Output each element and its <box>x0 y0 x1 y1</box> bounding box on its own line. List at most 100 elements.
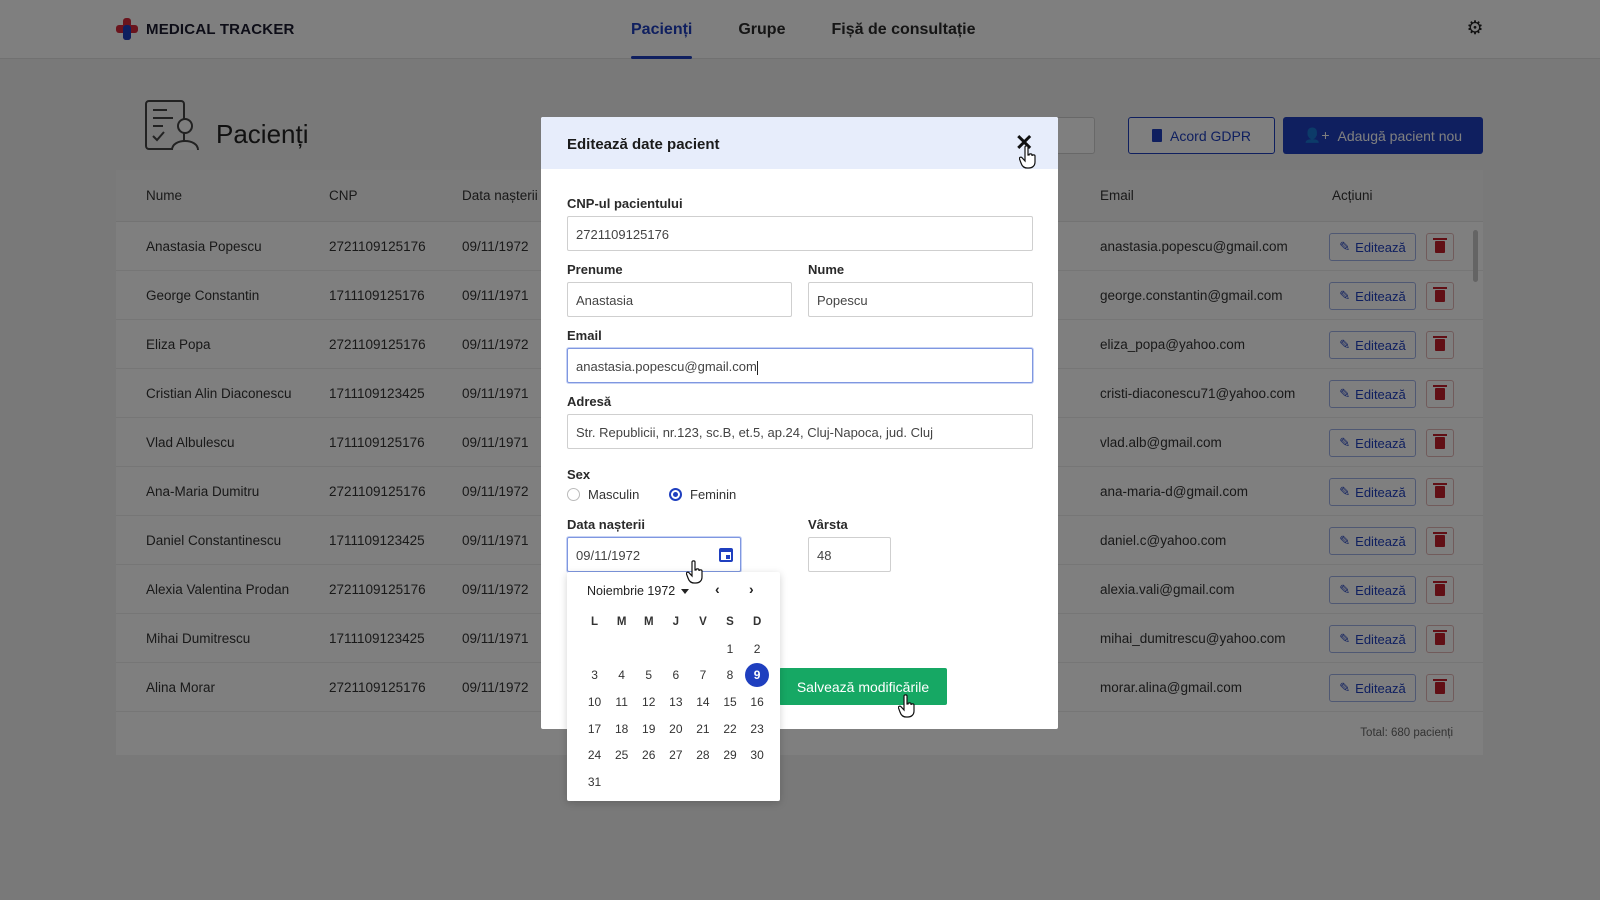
calendar-day-number: 22 <box>723 721 737 736</box>
radio-dot <box>567 488 580 501</box>
age-input[interactable]: 48 <box>808 537 891 572</box>
cnp-label: CNP-ul pacientului <box>567 196 683 211</box>
calendar-day[interactable]: 7 <box>689 668 716 682</box>
calendar-day[interactable]: 22 <box>716 722 743 736</box>
calendar-day[interactable]: 15 <box>716 695 743 709</box>
calendar-day[interactable]: 25 <box>608 748 635 762</box>
calendar-week-row: 3 4 5 6 7 89 <box>581 662 771 689</box>
calendar-day-number: 4 <box>618 668 625 683</box>
calendar-day-number: 14 <box>696 695 710 710</box>
email-input[interactable]: anastasia.popescu@gmail.com <box>567 348 1033 383</box>
calendar-day[interactable]: 31 <box>581 775 608 789</box>
calendar-day[interactable]: 16 <box>744 695 771 709</box>
calendar-week-row: 10 11 12 13 14 15 16 <box>581 689 771 716</box>
weekday-label: S <box>726 616 734 629</box>
calendar-day-number: 20 <box>669 721 683 736</box>
calendar-week-row: 12 <box>581 636 771 663</box>
address-input[interactable]: Str. Republicii, nr.123, sc.B, et.5, ap.… <box>567 414 1033 449</box>
cnp-input[interactable]: 2721109125176 <box>567 216 1033 251</box>
month-year-label: Noiembrie 1972 <box>587 584 676 598</box>
calendar-day-number: 23 <box>750 721 764 736</box>
address-label: Adresă <box>567 394 612 409</box>
prev-month-button[interactable]: ‹ <box>715 581 720 597</box>
calendar-day-number: 30 <box>750 748 764 763</box>
calendar-day-number: 11 <box>615 695 628 710</box>
calendar-day-number: 24 <box>587 748 602 763</box>
calendar-week-row: 31 <box>581 769 771 796</box>
calendar-day[interactable]: 4 <box>608 668 635 682</box>
calendar-day[interactable]: 12 <box>635 695 662 709</box>
calendar-day-selected[interactable]: 9 <box>744 663 771 688</box>
last-name-label: Nume <box>808 262 845 277</box>
calendar-day-number: 12 <box>642 695 656 710</box>
calendar-day-number: 25 <box>614 748 629 763</box>
calendar-day[interactable]: 3 <box>581 668 608 682</box>
email-label: Email <box>567 328 602 343</box>
calendar-day-number: 13 <box>669 695 683 710</box>
calendar-day[interactable]: 21 <box>689 722 716 736</box>
calendar-day[interactable]: 17 <box>581 722 608 736</box>
calendar-day[interactable]: 14 <box>689 695 716 709</box>
calendar-day-number: 27 <box>669 748 683 763</box>
calendar-day-number: 26 <box>642 748 656 763</box>
sex-radio-male-label: Masculin <box>588 487 640 502</box>
month-year-selector[interactable]: Noiembrie 1972 <box>587 584 690 598</box>
chevron-down-icon <box>681 588 690 594</box>
save-changes-button[interactable]: Salvează modificările <box>779 668 947 705</box>
age-label: Vârsta <box>808 517 848 532</box>
calendar-day-number: 16 <box>750 695 764 710</box>
calendar-day[interactable]: 30 <box>744 748 771 762</box>
calendar-day[interactable]: 18 <box>608 722 635 736</box>
weekday-label: M <box>643 616 654 629</box>
calendar-day-number: 7 <box>699 668 707 683</box>
calendar-day[interactable]: 5 <box>635 668 662 682</box>
radio-dot <box>669 488 682 501</box>
date-picker-popup: Noiembrie 1972 ‹ › L M M J V S D 1 2 3 4 5 6 7 8 9 10 11 1… <box>567 572 780 801</box>
calendar-day-number: 10 <box>587 695 602 710</box>
calendar-icon[interactable] <box>719 548 733 562</box>
calendar-day[interactable]: 20 <box>662 722 689 736</box>
calendar-day[interactable]: 10 <box>581 695 608 709</box>
email-input-value: anastasia.popescu@gmail.com <box>576 359 757 374</box>
calendar-day-number: 9 <box>745 663 770 688</box>
calendar-day[interactable]: 8 <box>716 668 743 682</box>
weekday-header-row: LMMJVSD <box>581 609 771 636</box>
calendar-day[interactable]: 2 <box>744 642 771 656</box>
sex-radio-female-label: Feminin <box>690 487 737 502</box>
text-caret <box>756 360 758 375</box>
dob-input[interactable]: 09/11/1972 <box>567 537 741 572</box>
hand-cursor-icon <box>1019 145 1036 169</box>
calendar-day-number: 8 <box>726 668 734 683</box>
last-name-input[interactable]: Popescu <box>808 282 1033 317</box>
calendar-day-number: 2 <box>753 641 761 656</box>
weekday-label: M <box>616 616 627 629</box>
calendar-day-number: 28 <box>696 748 710 763</box>
calendar-day-number: 6 <box>672 668 680 683</box>
calendar-day-number: 15 <box>723 695 737 710</box>
modal-title: Editează date pacient <box>567 136 720 153</box>
calendar-day[interactable]: 29 <box>716 748 743 762</box>
calendar-day[interactable]: 24 <box>581 748 608 762</box>
calendar-day[interactable]: 23 <box>744 722 771 736</box>
calendar-day[interactable]: 6 <box>662 668 689 682</box>
calendar-day-number: 3 <box>591 668 598 683</box>
next-month-button[interactable]: › <box>749 581 754 597</box>
calendar-day-number: 31 <box>587 774 602 789</box>
calendar-week-row: 24 25 26 27 28 29 30 <box>581 742 771 769</box>
sex-radio-female[interactable]: Feminin <box>669 487 736 502</box>
first-name-label: Prenume <box>567 262 623 277</box>
dob-label: Data nașterii <box>567 517 646 532</box>
calendar-day-number: 21 <box>696 721 710 736</box>
first-name-input[interactable]: Anastasia <box>567 282 792 317</box>
calendar-day[interactable]: 13 <box>662 695 689 709</box>
calendar-day[interactable]: 11 <box>608 695 635 709</box>
calendar-day[interactable]: 19 <box>635 722 662 736</box>
sex-radio-male[interactable]: Masculin <box>567 487 639 502</box>
modal-header: Editează date pacient ✕ <box>541 117 1058 169</box>
calendar-day-number: 19 <box>642 721 656 736</box>
calendar-day[interactable]: 1 <box>716 642 743 656</box>
calendar-day[interactable]: 27 <box>662 748 689 762</box>
sex-label: Sex <box>567 467 591 482</box>
calendar-day[interactable]: 28 <box>689 748 716 762</box>
calendar-day[interactable]: 26 <box>635 748 662 762</box>
